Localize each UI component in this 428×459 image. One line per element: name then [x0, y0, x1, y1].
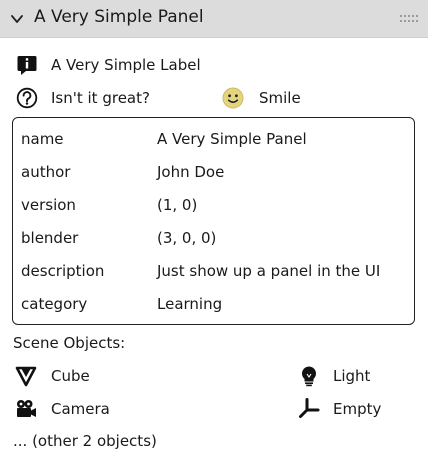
more-objects-label: ... (other 2 objects) [13, 432, 157, 450]
object-light: Light [333, 367, 371, 385]
camera-icon [17, 400, 36, 417]
chevron-down-icon[interactable] [10, 12, 24, 26]
prop-key-name: name [21, 130, 64, 148]
scene-objects-heading: Scene Objects: [13, 334, 126, 352]
smiley-face-icon [222, 87, 244, 109]
question-circle-icon [16, 87, 38, 109]
smile-label: Smile [259, 89, 301, 107]
panel-header[interactable]: A Very Simple Panel [0, 0, 428, 38]
prop-value-author: John Doe [157, 163, 225, 181]
drag-handle-icon[interactable] [400, 15, 418, 23]
empty-axes-icon [299, 398, 320, 418]
prop-value-version: (1, 0) [157, 196, 198, 214]
prop-key-category: category [21, 295, 88, 313]
panel-title: A Very Simple Panel [34, 7, 204, 27]
prop-key-author: author [21, 163, 71, 181]
addon-info-box: name A Very Simple Panel author John Doe… [12, 117, 415, 325]
object-empty: Empty [333, 400, 382, 418]
simple-label: A Very Simple Label [51, 56, 201, 74]
light-bulb-icon [301, 366, 317, 387]
object-cube: Cube [51, 367, 90, 385]
question-label: Isn't it great? [51, 89, 150, 107]
prop-key-version: version [21, 196, 76, 214]
prop-key-blender: blender [21, 229, 79, 247]
prop-value-description: Just show up a panel in the UI [157, 262, 381, 280]
prop-value-category: Learning [157, 295, 223, 313]
object-camera: Camera [51, 400, 110, 418]
info-icon [17, 56, 37, 75]
prop-value-name: A Very Simple Panel [157, 130, 307, 148]
prop-value-blender: (3, 0, 0) [157, 229, 217, 247]
prop-key-description: description [21, 262, 105, 280]
mesh-cone-icon [15, 366, 37, 387]
